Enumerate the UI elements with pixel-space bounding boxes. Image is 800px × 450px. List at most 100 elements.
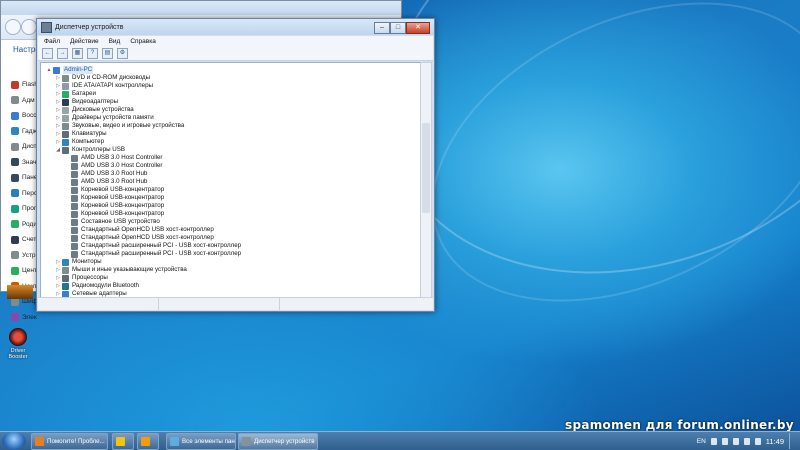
device-item[interactable]: Стандартный OpenHCD USB хост-контроллер — [63, 226, 214, 234]
expand-toggle-icon[interactable]: ▷ — [54, 106, 62, 114]
control-panel-item-icon — [11, 142, 19, 151]
device-item[interactable]: Корневой USB-концентратор — [63, 194, 164, 202]
device-icon — [71, 154, 78, 162]
show-desktop-button[interactable] — [789, 433, 798, 449]
vertical-scrollbar[interactable] — [420, 62, 432, 298]
device-icon — [62, 82, 69, 90]
minimize-button[interactable]: – — [374, 22, 390, 34]
expand-toggle-icon[interactable]: ▷ — [54, 138, 62, 146]
expand-toggle-icon[interactable]: ◢ — [54, 146, 62, 154]
expand-toggle-icon[interactable]: ▷ — [54, 122, 62, 130]
close-button[interactable]: ✕ — [406, 22, 430, 34]
device-category[interactable]: ▷ Дисковые устройства — [54, 106, 134, 114]
tree-item-label: Корневой USB-концентратор — [81, 186, 165, 193]
tray-app-icon[interactable] — [721, 437, 728, 445]
desktop-icon-driver-booster[interactable]: Driver Booster — [3, 328, 33, 360]
tree-item-label: Мыши и иные указывающие устройства — [72, 266, 187, 273]
device-item[interactable]: Стандартный расширенный PCI - USB хост-к… — [63, 250, 241, 258]
menu-bar: Файл Действие Вид Справка — [38, 36, 433, 47]
taskbar-item-explorer[interactable] — [112, 433, 134, 450]
device-category[interactable]: ▷ Видеоадаптеры — [54, 98, 118, 106]
forward-arrow-icon[interactable]: → — [57, 48, 68, 59]
device-icon — [71, 250, 78, 258]
desktop-icon[interactable] — [5, 285, 35, 299]
device-icon — [71, 186, 78, 194]
network-icon[interactable] — [743, 437, 750, 445]
device-item[interactable]: Стандартный OpenHCD USB хост-контроллер — [63, 234, 214, 242]
device-category[interactable]: ▷ Звуковые, видео и игровые устройства — [54, 122, 184, 130]
taskbar-item-forum[interactable]: Помогите! Пробле... — [31, 433, 108, 450]
expand-toggle-icon[interactable]: ▷ — [54, 274, 62, 282]
device-category[interactable]: ▷ Клавиатуры — [54, 130, 107, 138]
scan-hardware-icon[interactable]: ⚙ — [117, 48, 128, 59]
device-category[interactable]: ▷ Батареи — [54, 90, 96, 98]
device-category[interactable]: ▷ DVD и CD-ROM дисководы — [54, 74, 150, 82]
expand-toggle-icon[interactable]: ▷ — [54, 98, 62, 106]
taskbar-item-label: Диспетчер устройств — [254, 438, 315, 445]
device-category[interactable]: ▷ Радиомодули Bluetooth — [54, 282, 139, 290]
back-arrow-icon[interactable]: ← — [42, 48, 53, 59]
device-category[interactable]: ▷ Мониторы — [54, 258, 102, 266]
app-icon — [7, 285, 33, 299]
scrollbar-thumb[interactable] — [422, 123, 430, 213]
show-hide-tree-icon[interactable]: ▤ — [102, 48, 113, 59]
device-icon — [62, 146, 69, 154]
taskbar-item-device-manager[interactable]: Диспетчер устройств — [238, 433, 318, 450]
tree-item-label: Дисковые устройства — [72, 106, 134, 113]
device-item[interactable]: Стандартный расширенный PCI - USB хост-к… — [63, 242, 241, 250]
control-panel-item-icon — [11, 204, 19, 213]
device-item[interactable]: Составное USB устройство — [63, 218, 160, 226]
tree-item-label: Радиомодули Bluetooth — [72, 282, 139, 289]
expand-toggle-icon[interactable]: ▷ — [54, 114, 62, 122]
tree-item-label: Стандартный расширенный PCI - USB хост-к… — [81, 250, 242, 257]
taskbar-item-media[interactable] — [137, 433, 159, 450]
back-button[interactable] — [5, 19, 21, 35]
device-icon — [62, 98, 69, 106]
expand-toggle-icon[interactable]: ▷ — [54, 82, 62, 90]
properties-icon[interactable]: ▦ — [72, 48, 83, 59]
volume-icon[interactable] — [754, 437, 761, 445]
menu-view[interactable]: Вид — [109, 38, 121, 45]
menu-help[interactable]: Справка — [130, 38, 156, 45]
language-indicator[interactable]: EN — [697, 438, 706, 445]
start-button[interactable] — [2, 432, 26, 450]
expand-toggle-icon[interactable]: ▲ — [45, 66, 53, 74]
device-category[interactable]: ▷ Компьютер — [54, 138, 104, 146]
device-item[interactable]: Корневой USB-концентратор — [63, 210, 164, 218]
device-item[interactable]: Корневой USB-концентратор — [63, 186, 164, 194]
expand-toggle-icon[interactable]: ▷ — [54, 266, 62, 274]
expand-toggle-icon[interactable]: ▷ — [54, 282, 62, 290]
device-item[interactable]: AMD USB 3.0 Root Hub — [63, 170, 147, 178]
taskbar-item-control-panel[interactable]: Все элементы пане... — [166, 433, 236, 450]
control-panel-item-icon — [11, 235, 19, 244]
control-panel-item-icon — [11, 173, 19, 182]
tree-item-label: Батареи — [72, 90, 96, 97]
device-category[interactable]: ▷ Драйверы устройств памяти — [54, 114, 154, 122]
clock[interactable]: 11:49 — [766, 437, 784, 446]
tree-root[interactable]: ▲ Admin-PC — [45, 66, 94, 74]
expand-toggle-icon[interactable]: ▷ — [54, 74, 62, 82]
device-manager-titlebar[interactable]: Диспетчер устройств – □ ✕ — [37, 19, 434, 35]
expand-toggle-icon[interactable]: ▷ — [54, 130, 62, 138]
action-center-icon[interactable] — [732, 437, 739, 445]
bluetooth-icon[interactable] — [710, 437, 717, 445]
expand-toggle-icon[interactable]: ▷ — [54, 90, 62, 98]
device-category[interactable]: ▷ Процессоры — [54, 274, 108, 282]
forward-button[interactable] — [21, 19, 37, 35]
device-icon — [71, 218, 78, 226]
device-category[interactable]: ▷ Мыши и иные указывающие устройства — [54, 266, 187, 274]
device-category[interactable]: ▷ IDE ATA/ATAPI контроллеры — [54, 82, 153, 90]
control-panel-item-icon — [11, 158, 19, 167]
device-item[interactable]: AMD USB 3.0 Host Controller — [63, 154, 163, 162]
expand-toggle-icon[interactable]: ▷ — [54, 258, 62, 266]
maximize-button[interactable]: □ — [390, 22, 406, 34]
help-icon[interactable]: ? — [87, 48, 98, 59]
device-item[interactable]: AMD USB 3.0 Host Controller — [63, 162, 163, 170]
menu-file[interactable]: Файл — [44, 38, 60, 45]
device-category[interactable]: ◢ Контроллеры USB — [54, 146, 125, 154]
device-item[interactable]: AMD USB 3.0 Root Hub — [63, 178, 147, 186]
tree-item-label: AMD USB 3.0 Root Hub — [81, 178, 148, 185]
status-bar — [38, 297, 433, 310]
menu-action[interactable]: Действие — [70, 38, 99, 45]
device-item[interactable]: Корневой USB-концентратор — [63, 202, 164, 210]
